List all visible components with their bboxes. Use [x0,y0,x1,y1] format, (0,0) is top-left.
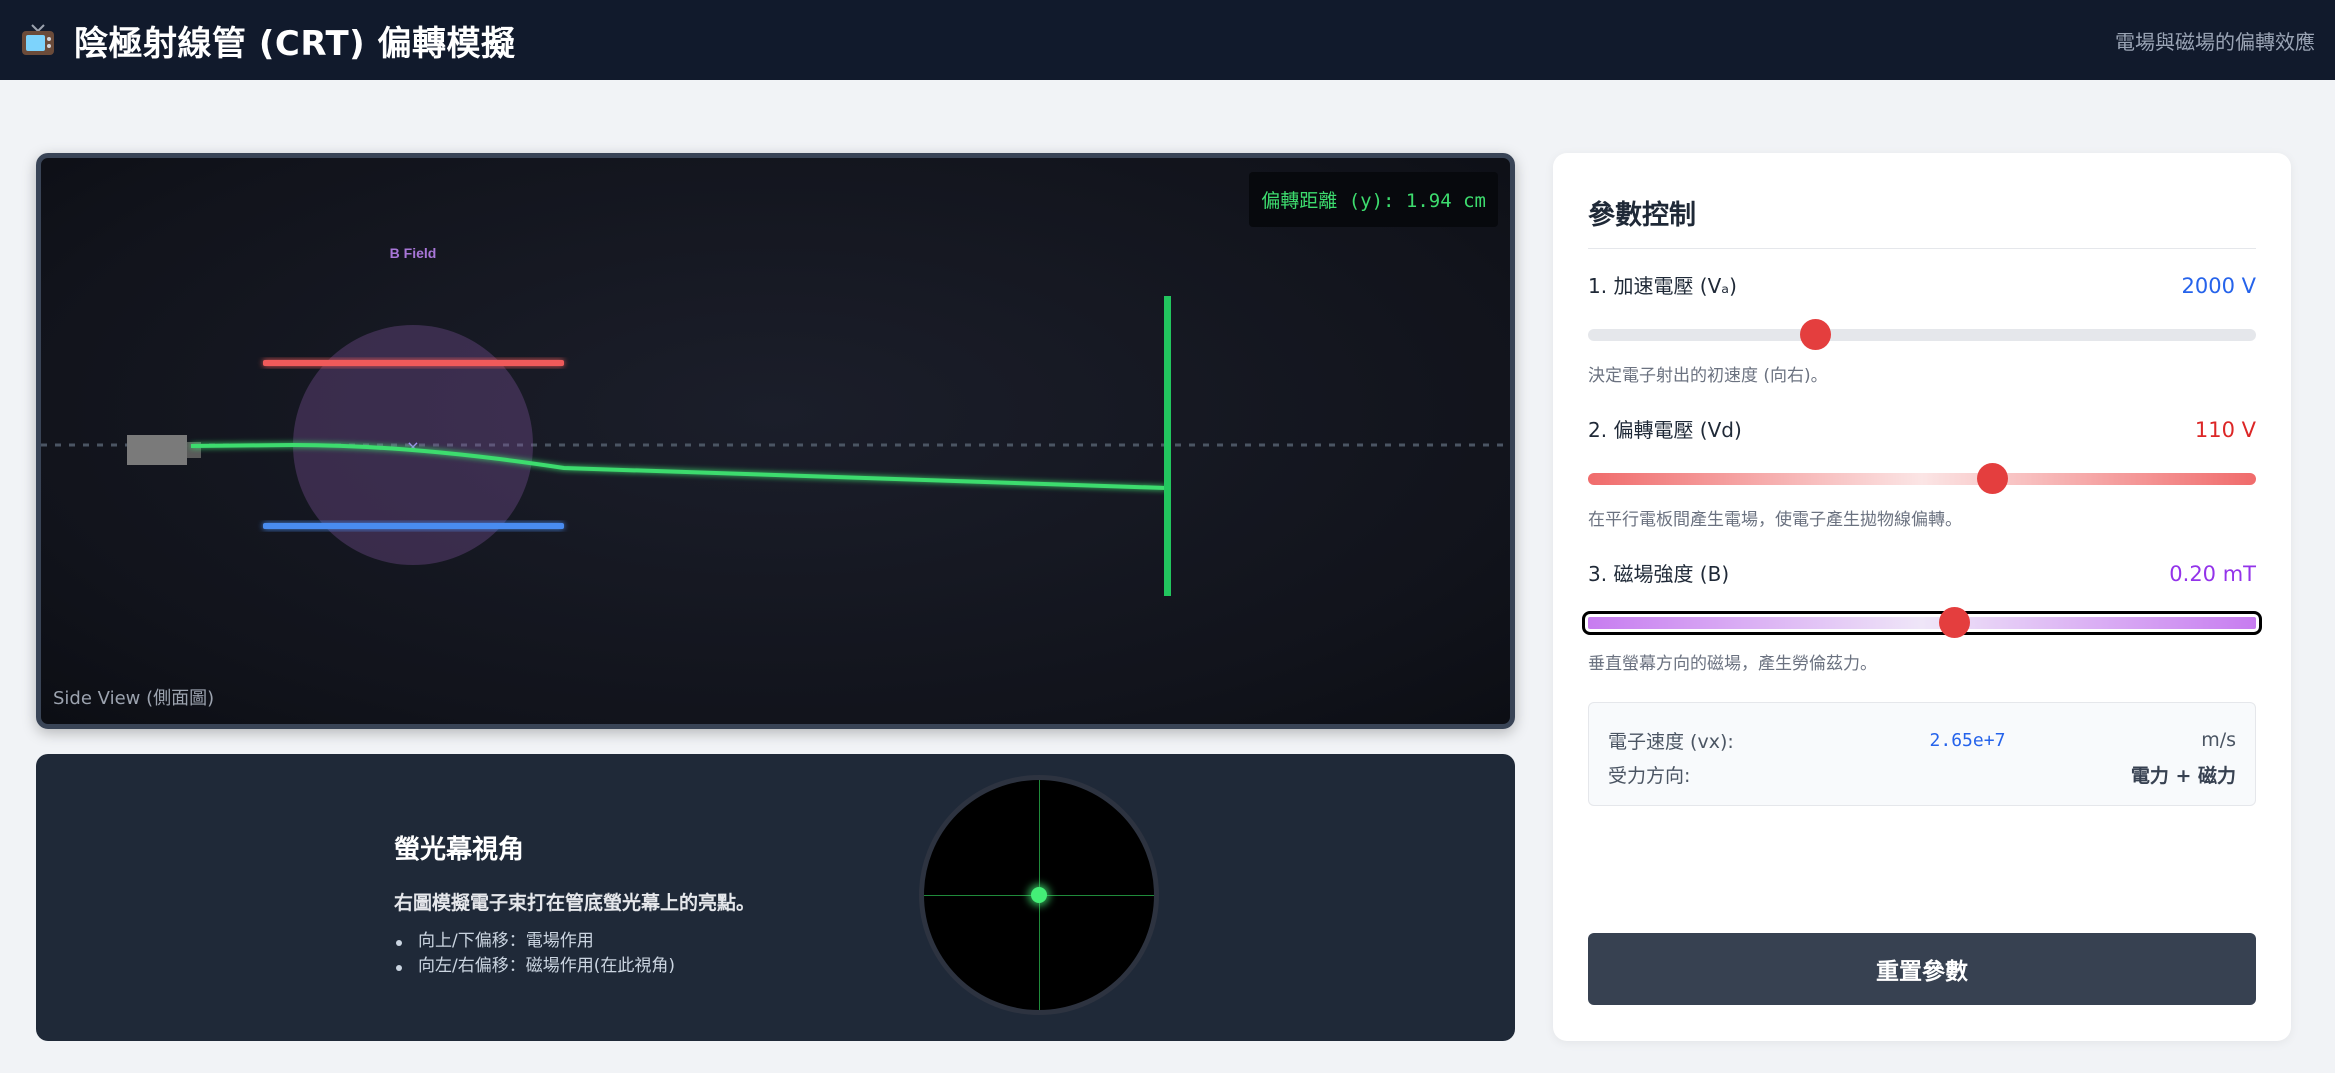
accel-voltage-label: 1. 加速電壓 (Vₐ) [1588,274,1737,298]
reset-button[interactable]: 重置參數 [1588,933,2256,1005]
magnetic-field-hint: 垂直螢幕方向的磁場，產生勞倫茲力。 [1588,654,1877,674]
deflect-voltage-slider[interactable] [1588,463,2256,494]
accel-voltage-hint: 決定電子射出的初速度 (向右)。 [1588,366,1828,386]
electron-speed-value: 2.65e+7 [1929,729,2006,751]
tv-icon [20,22,56,58]
electron-speed-unit: m/s [2201,729,2236,751]
header-brand: 陰極射線管 (CRT) 偏轉模擬 [20,16,516,65]
magnetic-field-label: 3. 磁場強度 (B) [1588,562,1730,586]
deflect-voltage-label: 2. 偏轉電壓 (Vd) [1588,418,1742,442]
accel-voltage-control: 1. 加速電壓 (Vₐ) 2000 V 決定電子射出的初速度 (向右)。 [1588,270,2256,386]
control-panel: 參數控制 1. 加速電壓 (Vₐ) 2000 V 決定電子射出的初速度 (向右)… [1553,153,2291,1041]
force-direction-value: 電力 + 磁力 [2130,764,2236,787]
field-into-page-marker: × [406,437,419,456]
screen-view-panel: 螢光幕視角 右圖模擬電子束打在管底螢光幕上的亮點。 向上/下偏移：電場作用 向左… [36,754,1515,1041]
deflect-voltage-control: 2. 偏轉電壓 (Vd) 110 V 在平行電板間產生電場，使電子產生拋物線偏轉… [1588,414,2256,530]
accel-voltage-value: 2000 V [2181,274,2256,298]
electron-speed-label: 電子速度 (vx): [1608,730,1734,753]
magnetic-field-slider-thumb[interactable] [1939,607,1971,638]
app-header: 陰極射線管 (CRT) 偏轉模擬 電場與磁場的偏轉效應 [0,0,2335,80]
electron-info-box: 電子速度 (vx): 2.65e+7 m/s 受力方向: 電力 + 磁力 [1588,702,2256,806]
magnetic-field-control: 3. 磁場強度 (B) 0.20 mT 垂直螢幕方向的磁場，產生勞倫茲力。 [1582,558,2262,674]
fluorescent-screen [1164,296,1171,596]
magnetic-field-slider[interactable] [1582,607,2262,638]
accel-voltage-slider-thumb[interactable] [1800,319,1832,350]
b-field-label: B Field [390,245,437,261]
screen-view-title: 螢光幕視角 [394,835,525,865]
electron-speed-row: 電子速度 (vx): 2.65e+7 m/s [1608,723,2236,757]
deflect-voltage-value: 110 V [2194,418,2256,442]
electron-gun [127,435,187,465]
screen-view-bullets: 向上/下偏移：電場作用 向左/右偏移：磁場作用(在此視角) [394,929,755,979]
force-direction-label: 受力方向: [1608,764,1691,787]
side-view-canvas: B Field × 偏轉距離 (y): 1.94 cm Side View (側… [36,153,1515,729]
force-direction-row: 受力方向: 電力 + 磁力 [1608,757,2236,791]
control-panel-title: 參數控制 [1588,193,2256,249]
bullet-horizontal: 向左/右偏移：磁場作用(在此視角) [394,954,755,979]
deflect-voltage-hint: 在平行電板間產生電場，使電子產生拋物線偏轉。 [1588,510,1962,530]
screen-view-description: 右圖模擬電子束打在管底螢光幕上的亮點。 [394,892,756,914]
deflection-readout: 偏轉距離 (y): 1.94 cm [1249,172,1498,227]
upper-deflection-plate [263,360,564,366]
crt-side-view-diagram: B Field × [41,245,1510,596]
bullet-vertical: 向上/下偏移：電場作用 [394,929,755,954]
lower-deflection-plate [263,523,564,529]
deflect-voltage-slider-thumb[interactable] [1977,463,2009,494]
phosphor-screen-view [919,775,1159,1015]
screen-view-text: 螢光幕視角 右圖模擬電子束打在管底螢光幕上的亮點。 向上/下偏移：電場作用 向左… [394,829,755,979]
accel-voltage-slider[interactable] [1588,319,2256,350]
magnetic-field-value: 0.20 mT [2169,562,2256,586]
side-view-label: Side View (側面圖) [53,688,215,709]
page-subtitle: 電場與磁場的偏轉效應 [2115,29,2315,54]
beam-spot [1031,887,1047,903]
page-title: 陰極射線管 (CRT) 偏轉模擬 [74,23,516,64]
